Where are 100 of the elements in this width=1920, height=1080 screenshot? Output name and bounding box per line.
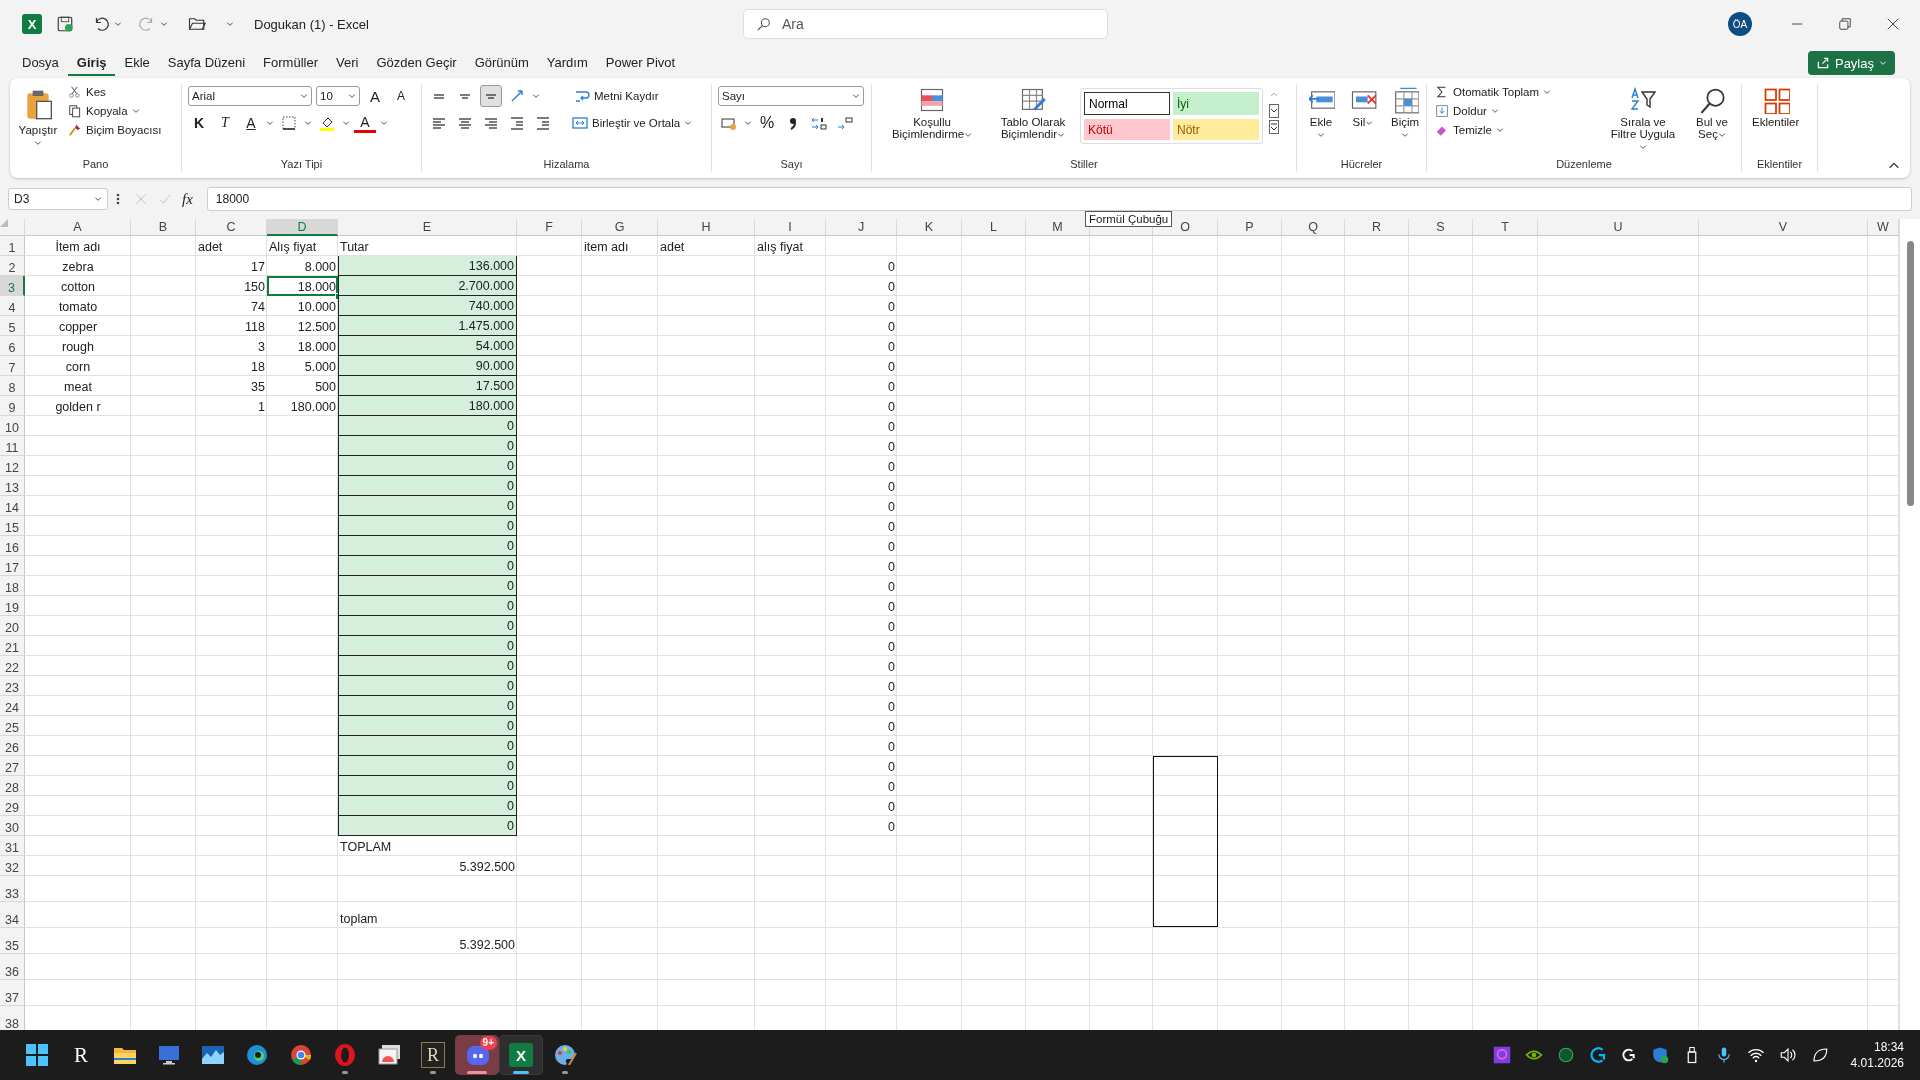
table-cell-text: 0 bbox=[887, 799, 896, 816]
table-cell-text: 5.392.500 bbox=[458, 937, 516, 954]
table-cell: 0 bbox=[338, 476, 517, 496]
group-label: Sayı bbox=[779, 158, 804, 172]
table-cell-text: 0 bbox=[887, 679, 896, 696]
table-cell-text: 0 bbox=[887, 519, 896, 536]
window-title: Dogukan (1) - Excel bbox=[254, 16, 369, 32]
table-cell-text: 0 bbox=[887, 479, 896, 496]
table-cell-text: 0 bbox=[887, 319, 896, 336]
table-cell-text: alış fiyat bbox=[756, 239, 804, 256]
table-cell: 54.000 bbox=[338, 336, 517, 356]
table-cell-text: 0 bbox=[887, 339, 896, 356]
app-logo: R bbox=[73, 1042, 89, 1068]
table-cell: 0 bbox=[338, 636, 517, 656]
group-label: Hizalama bbox=[542, 158, 591, 172]
group-label: Düzenleme bbox=[1555, 158, 1613, 172]
table-cell: 0 bbox=[338, 516, 517, 536]
table-cell-text: Alış fiyat bbox=[268, 239, 318, 256]
table-cell-text: item adı bbox=[583, 239, 630, 256]
table-cell-text: 0 bbox=[887, 739, 896, 756]
table-cell-text: 0 bbox=[887, 299, 896, 316]
table-cell-text: Tutar bbox=[339, 239, 370, 256]
table-cell-text: 0 bbox=[887, 279, 896, 296]
table-cell-text: adet bbox=[197, 239, 224, 256]
table-cell-text: 18.000 bbox=[296, 339, 337, 356]
table-cell-text: 0 bbox=[887, 459, 896, 476]
table-cell: 0 bbox=[338, 816, 517, 836]
excel-logo: X bbox=[22, 14, 42, 34]
table-cell-text: 0 bbox=[887, 359, 896, 376]
table-cell-text: 500 bbox=[314, 379, 337, 396]
table-cell-text: İtem adı bbox=[54, 239, 102, 256]
table-cell-text: 8.000 bbox=[303, 259, 337, 276]
table-cell-text: 5.392.500 bbox=[458, 859, 516, 876]
table-cell: 0 bbox=[338, 536, 517, 556]
table-cell-text: 0 bbox=[887, 579, 896, 596]
app-logo: R bbox=[421, 1042, 445, 1068]
table-cell: 17.500 bbox=[338, 376, 517, 396]
table-cell-text: 180.000 bbox=[289, 399, 337, 416]
table-cell: 0 bbox=[338, 776, 517, 796]
table-cell: 0 bbox=[338, 496, 517, 516]
group-label: Stiller bbox=[1069, 158, 1099, 172]
table-cell-text: adet bbox=[659, 239, 686, 256]
table-cell-text: 0 bbox=[887, 259, 896, 276]
table-cell-text: 0 bbox=[887, 379, 896, 396]
table-cell-text: 74 bbox=[250, 299, 266, 316]
table-cell-text: 0 bbox=[887, 819, 896, 836]
table-cell: 180.000 bbox=[338, 396, 517, 416]
table-cell-text: 12.500 bbox=[296, 319, 337, 336]
table-cell-text: rough bbox=[61, 339, 95, 356]
table-cell: 0 bbox=[338, 676, 517, 696]
table-cell-text: 0 bbox=[887, 659, 896, 676]
table-cell-text: 5.000 bbox=[303, 359, 337, 376]
table-cell-text: 35 bbox=[250, 379, 266, 396]
table-cell-text: 17 bbox=[250, 259, 266, 276]
table-cell-text: 0 bbox=[887, 539, 896, 556]
table-cell: 0 bbox=[338, 656, 517, 676]
table-cell: 1.475.000 bbox=[338, 316, 517, 336]
table-cell-text: 0 bbox=[887, 619, 896, 636]
table-cell: 2.700.000 bbox=[338, 276, 517, 296]
table-cell: 0 bbox=[338, 456, 517, 476]
table-cell: 0 bbox=[338, 436, 517, 456]
table-cell-text: 0 bbox=[887, 699, 896, 716]
table-cell-text: meat bbox=[63, 379, 93, 396]
excel-logo: X bbox=[509, 1043, 533, 1067]
table-cell: 0 bbox=[338, 596, 517, 616]
table-cell-text: corn bbox=[64, 359, 92, 376]
table-cell: 0 bbox=[338, 556, 517, 576]
table-cell: 0 bbox=[338, 736, 517, 756]
table-cell-text: 3 bbox=[257, 339, 266, 356]
table-cell-text: 0 bbox=[887, 599, 896, 616]
table-cell-text: 0 bbox=[887, 759, 896, 776]
group-label: Yazı Tipi bbox=[279, 158, 324, 172]
table-cell: 0 bbox=[338, 756, 517, 776]
table-cell: 90.000 bbox=[338, 356, 517, 376]
table-cell-text: 0 bbox=[887, 639, 896, 656]
table-cell-text: cotton bbox=[59, 279, 97, 296]
table-cell: 0 bbox=[338, 616, 517, 636]
table-cell-text: 0 bbox=[887, 499, 896, 516]
table-cell-text: 118 bbox=[244, 319, 266, 336]
table-cell-text: golden r bbox=[54, 399, 102, 416]
table-cell-text: 0 bbox=[887, 719, 896, 736]
table-cell-text: 0 bbox=[887, 559, 896, 576]
group-label: Hücreler bbox=[1339, 158, 1384, 172]
table-cell-text: 0 bbox=[887, 439, 896, 456]
table-cell-text: 18 bbox=[250, 359, 266, 376]
table-cell: 0 bbox=[338, 716, 517, 736]
table-cell-text: 0 bbox=[887, 399, 896, 416]
table-cell: 0 bbox=[338, 576, 517, 596]
table-cell-text: tomato bbox=[57, 299, 99, 316]
table-cell-text: 0 bbox=[887, 419, 896, 436]
table-cell-text: TOPLAM bbox=[339, 839, 393, 856]
group-label: Pano bbox=[81, 158, 110, 172]
group-label: Eklentiler bbox=[1755, 158, 1804, 172]
table-cell-text: zebra bbox=[61, 259, 95, 276]
table-cell: 740.000 bbox=[338, 296, 517, 316]
notification-badge: 9+ bbox=[479, 1036, 497, 1050]
table-cell-text: copper bbox=[57, 319, 99, 336]
tooltip: Formül Çubuğu bbox=[1085, 211, 1173, 227]
table-cell: 136.000 bbox=[338, 256, 517, 276]
table-cell-text: 150 bbox=[243, 279, 266, 296]
